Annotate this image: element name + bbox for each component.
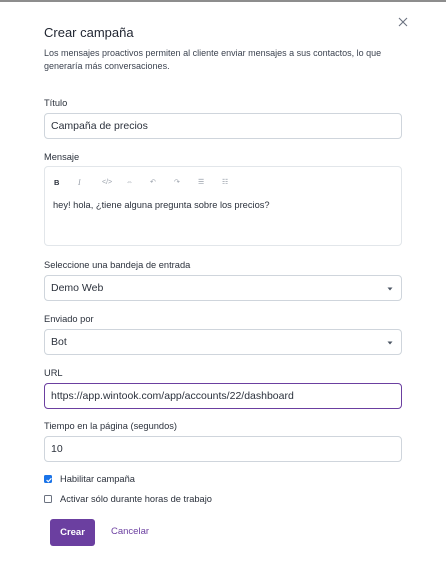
business-hours-label: Activar sólo durante horas de trabajo xyxy=(60,494,212,504)
inbox-label: Seleccione una bandeja de entrada xyxy=(44,260,191,270)
ordered-list-button[interactable]: ☷ xyxy=(222,177,246,187)
message-editor[interactable]: B I </> ⇔ ↶ ↷ ☰ ☷ hey! hola, ¿tiene algu… xyxy=(44,166,402,246)
business-hours-row: Activar sólo durante horas de trabajo xyxy=(44,494,212,504)
business-hours-checkbox[interactable] xyxy=(44,495,52,503)
bold-button[interactable]: B xyxy=(54,177,78,187)
message-text: hey! hola, ¿tiene alguna pregunta sobre … xyxy=(53,200,270,210)
title-label: Título xyxy=(44,98,68,108)
redo-button[interactable]: ↷ xyxy=(174,177,198,187)
time-on-page-input[interactable]: 10 xyxy=(44,436,402,462)
time-on-page-label: Tiempo en la página (segundos) xyxy=(44,421,177,431)
chevron-down-icon xyxy=(387,287,393,291)
title-input-value: Campaña de precios xyxy=(51,120,148,132)
modal-description: Los mensajes proactivos permiten al clie… xyxy=(44,48,382,71)
sender-select[interactable]: Bot xyxy=(44,329,402,355)
editor-toolbar: B I </> ⇔ ↶ ↷ ☰ ☷ xyxy=(54,177,246,187)
enable-campaign-label: Habilitar campaña xyxy=(60,474,135,484)
enable-campaign-checkbox[interactable] xyxy=(44,475,52,483)
create-button[interactable]: Crear xyxy=(50,519,95,546)
check-icon xyxy=(46,477,52,483)
inbox-select[interactable]: Demo Web xyxy=(44,275,402,301)
inbox-select-value: Demo Web xyxy=(51,282,104,294)
create-campaign-modal: Crear campaña Los mensajes proactivos pe… xyxy=(0,0,446,569)
message-label: Mensaje xyxy=(44,152,80,162)
url-input-value: https://app.wintook.com/app/accounts/22/… xyxy=(51,390,294,402)
title-input[interactable]: Campaña de precios xyxy=(44,113,402,139)
bullet-list-button[interactable]: ☰ xyxy=(198,177,222,187)
cancel-button[interactable]: Cancelar xyxy=(111,526,149,537)
url-input[interactable]: https://app.wintook.com/app/accounts/22/… xyxy=(44,383,402,409)
link-button[interactable]: ⇔ xyxy=(126,177,150,187)
chevron-down-icon xyxy=(387,341,393,345)
code-button[interactable]: </> xyxy=(102,177,126,187)
undo-button[interactable]: ↶ xyxy=(150,177,174,187)
close-icon[interactable] xyxy=(396,15,410,29)
modal-title: Crear campaña xyxy=(44,25,134,40)
italic-button[interactable]: I xyxy=(78,177,102,187)
time-on-page-value: 10 xyxy=(51,443,63,455)
enable-campaign-row: Habilitar campaña xyxy=(44,474,135,484)
url-label: URL xyxy=(44,368,63,378)
sender-label: Enviado por xyxy=(44,314,94,324)
sender-select-value: Bot xyxy=(51,336,67,348)
